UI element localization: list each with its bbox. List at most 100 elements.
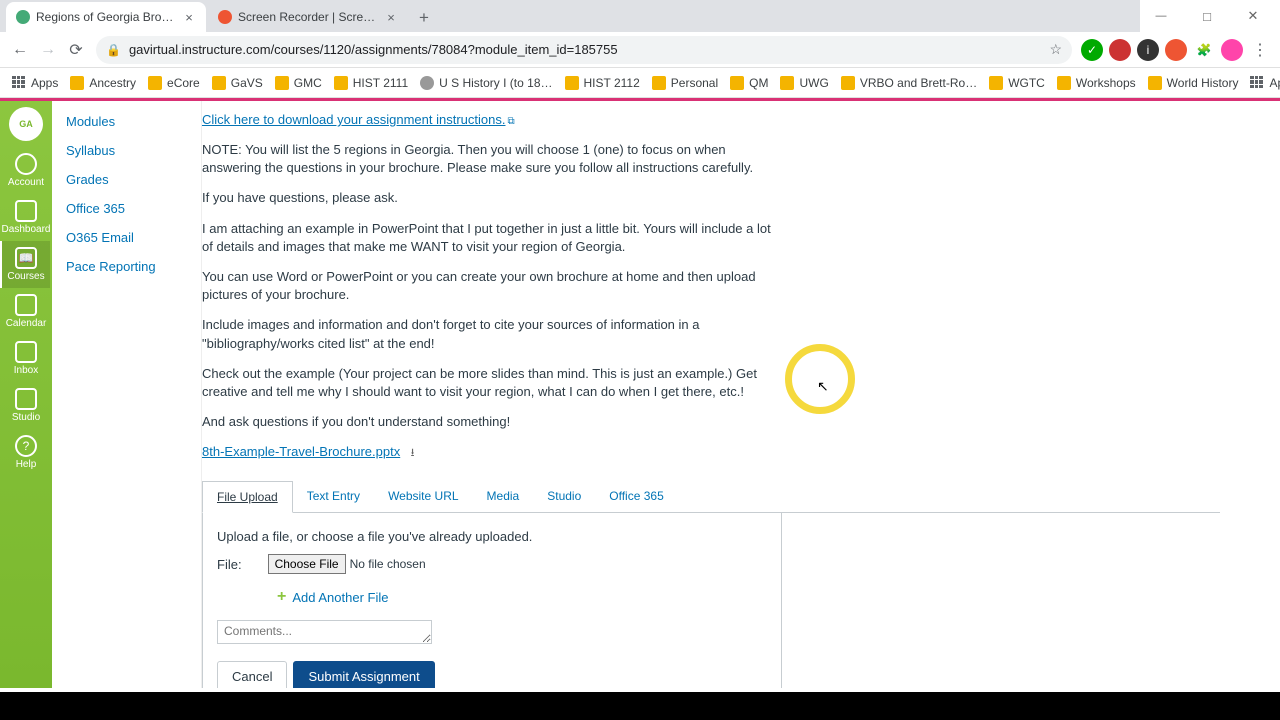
upload-note: Upload a file, or choose a file you've a…	[217, 529, 767, 544]
course-nav-grades[interactable]: Grades	[52, 165, 201, 194]
tab-website-url[interactable]: Website URL	[374, 481, 472, 512]
bookmark-label: eCore	[167, 76, 200, 90]
bookmark-item[interactable]: GMC	[269, 76, 328, 90]
extension-icon[interactable]	[1109, 39, 1131, 61]
tab-close-icon[interactable]: ×	[384, 10, 398, 24]
window-maximize-button[interactable]	[1184, 0, 1230, 32]
bookmark-item[interactable]: U S History I (to 18…	[414, 76, 558, 90]
institution-logo[interactable]: GA	[9, 107, 43, 141]
external-link-icon: ⧉	[507, 116, 514, 127]
course-nav-syllabus[interactable]: Syllabus	[52, 136, 201, 165]
bookmark-item[interactable]: Workshops	[1051, 76, 1142, 90]
bookmark-item[interactable]: HIST 2112	[559, 76, 646, 90]
instructions-paragraph: I am attaching an example in PowerPoint …	[202, 220, 782, 256]
instructions-paragraph: And ask questions if you don't understan…	[202, 413, 782, 431]
extension-icon[interactable]	[1165, 39, 1187, 61]
tab-office365[interactable]: Office 365	[595, 481, 677, 512]
nav-inbox[interactable]: Inbox	[2, 335, 50, 382]
extension-icon[interactable]: i	[1137, 39, 1159, 61]
bookmark-label: Apps	[1269, 76, 1280, 90]
bookmark-label: WGTC	[1008, 76, 1045, 90]
address-bar[interactable]: 🔒 gavirtual.instructure.com/courses/1120…	[96, 36, 1072, 64]
nav-dashboard[interactable]: Dashboard	[2, 194, 50, 241]
cancel-button[interactable]: Cancel	[217, 661, 287, 688]
apps-grid-icon	[12, 76, 26, 90]
instructions-paragraph: Include images and information and don't…	[202, 316, 782, 352]
bookmark-item[interactable]: Personal	[646, 76, 724, 90]
bookmark-label: QM	[749, 76, 768, 90]
bookmark-item[interactable]: Apps	[1244, 76, 1280, 90]
tab-title: Regions of Georgia Brochure As	[36, 10, 176, 24]
nav-courses[interactable]: 📖Courses	[0, 241, 50, 288]
bookmark-item[interactable]: VRBO and Brett-Ro…	[835, 76, 983, 90]
attachment-link[interactable]: 8th-Example-Travel-Brochure.pptx	[202, 444, 400, 459]
instructions-paragraph: You can use Word or PowerPoint or you ca…	[202, 268, 782, 304]
download-icon[interactable]: ⭳	[411, 447, 415, 459]
bookmark-label: Ancestry	[89, 76, 136, 90]
bookmark-label: Personal	[671, 76, 718, 90]
help-icon: ?	[15, 435, 37, 457]
tab-title: Screen Recorder | Screencast-O	[238, 10, 378, 24]
file-row: File: Choose File No file chosen	[217, 554, 767, 574]
bookmark-item[interactable]: UWG	[774, 76, 834, 90]
tab-media[interactable]: Media	[473, 481, 534, 512]
account-icon	[15, 153, 37, 175]
instructions-paragraph: Check out the example (Your project can …	[202, 365, 782, 401]
course-nav-modules[interactable]: Modules	[52, 107, 201, 136]
tab-text-entry[interactable]: Text Entry	[293, 481, 374, 512]
nav-studio[interactable]: Studio	[2, 382, 50, 429]
add-file-label: Add Another File	[292, 590, 388, 605]
apps-grid-icon	[1250, 76, 1264, 90]
bookmark-item[interactable]: HIST 2111	[328, 76, 414, 90]
bookmark-label: U S History I (to 18…	[439, 76, 552, 90]
browser-menu-button[interactable]: ⋮	[1246, 36, 1274, 64]
reload-button[interactable]: ⟳	[62, 36, 90, 64]
bookmarks-bar: Apps Ancestry eCore GaVS GMC HIST 2111 U…	[0, 68, 1280, 98]
extension-icon[interactable]: ✓	[1081, 39, 1103, 61]
nav-calendar[interactable]: Calendar	[2, 288, 50, 335]
browser-tab-active[interactable]: Regions of Georgia Brochure As ×	[6, 2, 206, 32]
bookmark-item[interactable]: WGTC	[983, 76, 1051, 90]
bookmark-label: HIST 2112	[584, 76, 640, 90]
tab-studio[interactable]: Studio	[533, 481, 595, 512]
bookmark-label: HIST 2111	[353, 76, 408, 90]
course-nav-o365email[interactable]: O365 Email	[52, 223, 201, 252]
tab-favicon-icon	[16, 10, 30, 24]
window-close-button[interactable]	[1230, 0, 1276, 32]
bookmark-label: GMC	[294, 76, 322, 90]
comments-textarea[interactable]	[217, 620, 432, 644]
bookmark-item[interactable]: Ancestry	[64, 76, 142, 90]
bookmark-item[interactable]: QM	[724, 76, 774, 90]
bookmark-star-icon[interactable]: ☆	[1049, 41, 1062, 58]
bookmark-item[interactable]: GaVS	[206, 76, 269, 90]
global-nav: GA Account Dashboard 📖Courses Calendar I…	[0, 101, 52, 688]
studio-icon	[15, 388, 37, 410]
tab-close-icon[interactable]: ×	[182, 10, 196, 24]
course-nav-pace[interactable]: Pace Reporting	[52, 252, 201, 281]
url-text: gavirtual.instructure.com/courses/1120/a…	[129, 42, 1049, 57]
address-bar-row: ← → ⟳ 🔒 gavirtual.instructure.com/course…	[0, 32, 1280, 68]
choose-file-button[interactable]: Choose File	[268, 554, 346, 574]
nav-account[interactable]: Account	[2, 147, 50, 194]
extensions-menu-icon[interactable]: 🧩	[1193, 39, 1215, 61]
back-button[interactable]: ←	[6, 36, 34, 64]
cursor-highlight-ring	[785, 344, 855, 414]
browser-tab-inactive[interactable]: Screen Recorder | Screencast-O ×	[208, 2, 408, 32]
download-instructions-link[interactable]: Click here to download your assignment i…	[202, 112, 505, 127]
submission-tabs: File Upload Text Entry Website URL Media…	[202, 481, 1220, 513]
profile-avatar[interactable]	[1221, 39, 1243, 61]
new-tab-button[interactable]: +	[410, 4, 438, 32]
tab-file-upload[interactable]: File Upload	[202, 481, 293, 513]
bookmark-label: UWG	[799, 76, 828, 90]
browser-tab-strip: Regions of Georgia Brochure As × Screen …	[0, 0, 1140, 32]
course-nav-office365[interactable]: Office 365	[52, 194, 201, 223]
bookmark-item[interactable]: eCore	[142, 76, 206, 90]
window-minimize-button[interactable]	[1138, 0, 1184, 32]
nav-help[interactable]: ?Help	[2, 429, 50, 476]
apps-bookmark[interactable]: Apps	[6, 76, 64, 90]
add-another-file-link[interactable]: + Add Another File	[277, 588, 767, 606]
submit-assignment-button[interactable]: Submit Assignment	[293, 661, 434, 688]
bookmark-item[interactable]: World History	[1142, 76, 1245, 90]
forward-button[interactable]: →	[34, 36, 62, 64]
inbox-icon	[15, 341, 37, 363]
